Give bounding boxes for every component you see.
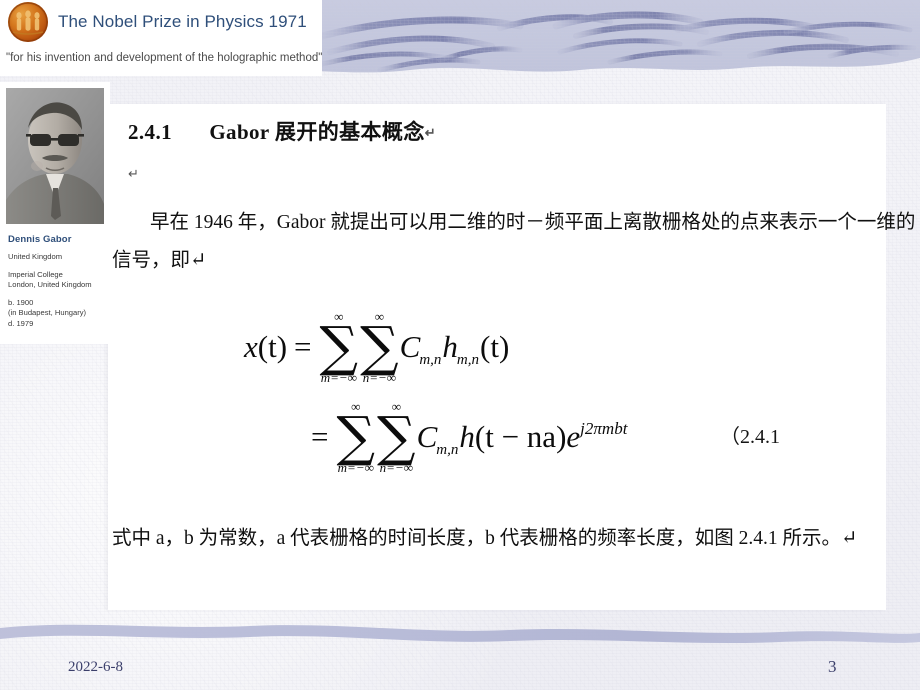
eq1-lhs-argument: (t): [257, 329, 288, 365]
eq2-summation-m: ∞ ∑ m=−∞: [336, 400, 375, 474]
eq1-summation-n: ∞ ∑ n=−∞: [360, 310, 399, 384]
laureate-name: Dennis Gabor: [8, 234, 72, 245]
sigma-icon: ∑: [360, 315, 399, 378]
eq2-relation: =: [311, 419, 329, 455]
eq2-coefficient-base: C: [416, 419, 438, 455]
eq1-sum-m-lower: m=−∞: [320, 370, 357, 386]
eq1-sum-n-lower: n=−∞: [362, 370, 397, 386]
nobel-prize-header-card: The Nobel Prize in Physics 1971 "for his…: [0, 0, 322, 76]
eq2-exponential: ej2πmbt: [566, 419, 627, 455]
sigma-icon: ∑: [319, 315, 359, 378]
eq1-basis-argument: (t): [480, 329, 510, 365]
laureate-affiliation: Imperial College London, United Kingdom: [8, 270, 108, 291]
paragraph-intro: 早在 1946 年，Gabor 就提出可以用二维的时－频平面上离散栅格处的点来表…: [112, 212, 916, 271]
laureate-died: d. 1979: [8, 318, 34, 328]
eq2-sum-n-lower: n=−∞: [379, 460, 413, 476]
eq1-coefficient-subscript: m,n: [419, 352, 442, 369]
slide-canvas: The Nobel Prize in Physics 1971 "for his…: [0, 0, 920, 690]
equation-line-2: = ∞ ∑ m=−∞ ∞ ∑ n=−∞ Cm,n h (t − na) ej2π…: [304, 400, 627, 474]
eq2-coefficient: Cm,n: [416, 419, 460, 459]
section-heading: 2.4.1 Gabor 展开的基本概念↵: [128, 116, 436, 146]
eq2-sum-m-lower: m=−∞: [337, 460, 374, 476]
paragraph-variables: 式中 a，b 为常数，a 代表栅格的时间长度，b 代表栅格的频率长度，如图 2.…: [112, 528, 858, 549]
section-heading-text: Gabor 展开的基本概念: [209, 120, 425, 144]
laureate-country: United Kingdom: [8, 252, 63, 261]
eq2-summation-n: ∞ ∑ n=−∞: [377, 400, 416, 474]
equation-line-1: x (t) = ∞ ∑ m=−∞ ∞ ∑ n=−∞ Cm,n hm,n (t): [244, 310, 509, 384]
eq2-window-argument: (t − na): [474, 419, 567, 455]
nobel-prize-title: The Nobel Prize in Physics 1971: [58, 12, 307, 31]
footer-decorative-wave: [0, 612, 920, 658]
footer-date: 2022-6-8: [68, 659, 123, 675]
eq1-coefficient: Cm,n: [399, 329, 443, 369]
section-heading-number: 2.4.1: [128, 120, 172, 144]
eq1-lhs-variable: x: [244, 329, 258, 365]
heading-return-mark: ↵: [424, 125, 437, 140]
eq2-exponential-base: e: [566, 419, 581, 455]
equation-number: （2.4.1: [720, 426, 780, 448]
laureate-portrait-photo: [6, 88, 104, 224]
laureate-born: b. 1900: [8, 297, 34, 307]
sigma-icon: ∑: [377, 405, 416, 468]
eq1-coefficient-base: C: [399, 329, 421, 365]
laureate-affiliation-line1: Imperial College: [8, 269, 63, 279]
laureate-lifespan: b. 1900 (in Budapest, Hungary) d. 1979: [8, 298, 108, 330]
laureate-details: United Kingdom Imperial College London, …: [8, 252, 108, 329]
sigma-icon: ∑: [336, 405, 376, 468]
nobel-title-row: The Nobel Prize in Physics 1971: [0, 0, 322, 44]
laureate-affiliation-line2: London, United Kingdom: [8, 280, 92, 289]
empty-paragraph-mark: ↵: [128, 166, 139, 181]
eq1-relation: =: [294, 329, 312, 365]
eq2-window-function: h: [459, 419, 475, 455]
equation-block: x (t) = ∞ ∑ m=−∞ ∞ ∑ n=−∞ Cm,n hm,n (t) …: [108, 300, 920, 500]
laureate-info-card: Dennis Gabor United Kingdom Imperial Col…: [0, 82, 110, 344]
laureate-born-place: (in Budapest, Hungary): [8, 308, 87, 317]
eq1-basis-subscript: m,n: [456, 352, 480, 369]
nobel-medal-icon: [8, 2, 48, 42]
eq1-basis-base: h: [442, 329, 458, 365]
eq1-summation-m: ∞ ∑ m=−∞: [320, 310, 359, 384]
eq2-exponential-exponent: j2πmbt: [580, 419, 628, 439]
eq1-basis-function: hm,n: [442, 329, 480, 369]
nobel-prize-citation: "for his invention and development of th…: [6, 52, 323, 64]
eq2-coefficient-subscript: m,n: [436, 442, 459, 459]
footer-page-number: 3: [828, 657, 837, 676]
